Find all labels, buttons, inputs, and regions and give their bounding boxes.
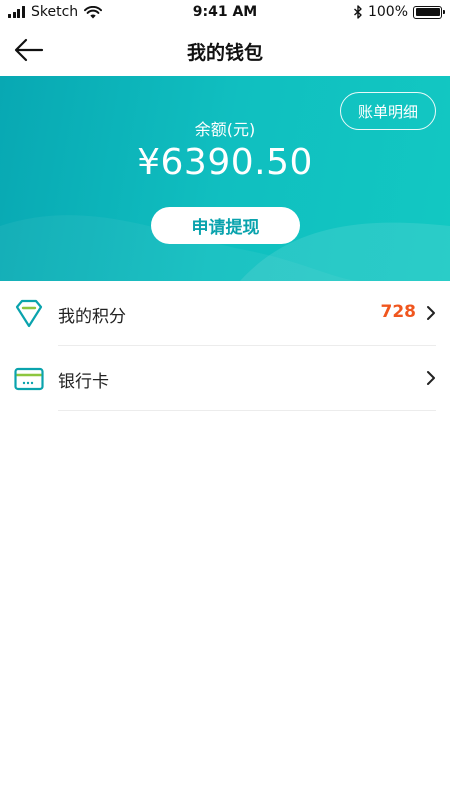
- balance-amount: ¥6390.50: [137, 142, 313, 183]
- page-title: 我的钱包: [186, 42, 263, 64]
- bank-card-icon: [14, 367, 44, 391]
- battery-percent: 100%: [367, 4, 408, 20]
- list-item-bank-card[interactable]: 银行卡: [0, 346, 450, 411]
- withdraw-button[interactable]: 申请提现: [151, 207, 300, 244]
- list-item-label: 银行卡: [58, 372, 109, 392]
- back-arrow-icon: [14, 38, 44, 62]
- chevron-right-icon: [427, 306, 435, 320]
- diamond-icon: [15, 299, 43, 328]
- bluetooth-icon: [353, 5, 362, 19]
- divider: [58, 410, 436, 411]
- wallet-screen: Sketch 9:41 AM 100% 我的钱包 账单明细 余额(元) ¥639…: [0, 0, 450, 800]
- battery-fill: [415, 8, 440, 16]
- chevron-right-icon: [427, 371, 435, 385]
- nav-bar: 我的钱包: [0, 26, 450, 76]
- balance-label: 余额(元): [194, 120, 256, 139]
- status-right: 100%: [353, 4, 445, 20]
- battery-icon: [413, 5, 445, 19]
- list-item-label: 我的积分: [58, 307, 126, 327]
- balance-card: 账单明细 余额(元) ¥6390.50 申请提现: [0, 76, 450, 281]
- back-button[interactable]: [14, 38, 48, 64]
- status-bar: Sketch 9:41 AM 100%: [0, 0, 450, 26]
- list-item-points[interactable]: 我的积分 728: [0, 281, 450, 346]
- points-value: 728: [380, 302, 417, 322]
